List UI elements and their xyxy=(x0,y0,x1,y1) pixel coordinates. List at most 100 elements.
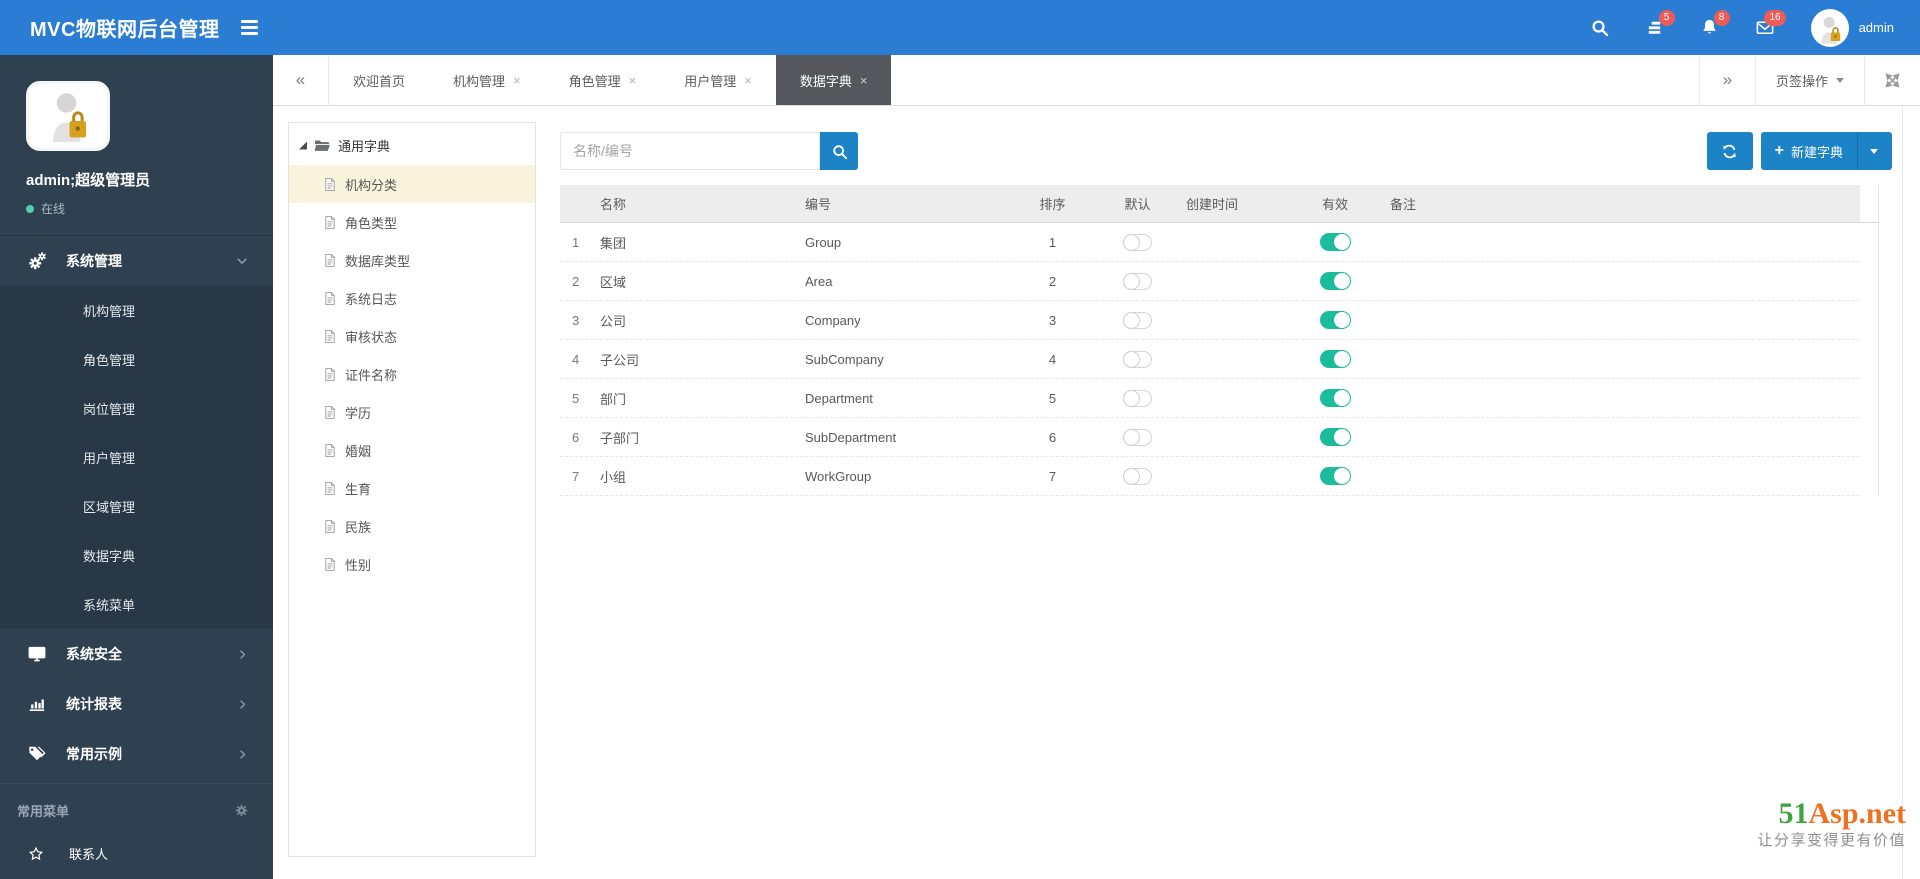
cell-sort: 3 xyxy=(1048,312,1057,328)
tree-item[interactable]: 审核状态 xyxy=(289,317,535,355)
cell-valid xyxy=(1290,428,1380,446)
new-dictionary-label: 新建字典 xyxy=(1790,144,1843,160)
plus-icon: + xyxy=(1774,142,1784,159)
search-input[interactable] xyxy=(560,132,820,170)
cell-index: 6 xyxy=(572,429,580,445)
default-toggle[interactable] xyxy=(1123,389,1152,407)
tabs-scroll-left-icon[interactable]: « xyxy=(273,55,329,105)
sidebar-subitem[interactable]: 区域管理 xyxy=(0,482,273,531)
profile-block: admin;超级管理员 在线 xyxy=(0,55,273,235)
col-default: 默认 xyxy=(1124,197,1151,212)
table-row[interactable]: 3 公司 Company 3 xyxy=(560,301,1860,340)
valid-toggle[interactable] xyxy=(1319,311,1351,329)
tasks-icon[interactable]: 5 xyxy=(1645,10,1675,37)
tab-data-dictionary[interactable]: 数据字典 × xyxy=(775,55,892,105)
valid-toggle[interactable] xyxy=(1319,350,1351,368)
caret-down-icon[interactable] xyxy=(1870,148,1878,154)
tree-item-label: 数据库类型 xyxy=(345,253,411,269)
tree-caret-icon[interactable] xyxy=(299,141,307,150)
tab-welcome[interactable]: 欢迎首页 xyxy=(329,55,429,105)
sidebar-subitem[interactable]: 系统菜单 xyxy=(0,580,273,629)
tree-item[interactable]: 生育 xyxy=(289,469,535,507)
cell-name: 集团 xyxy=(600,235,627,251)
valid-toggle[interactable] xyxy=(1319,428,1351,446)
search-icon[interactable] xyxy=(1590,18,1609,37)
fullscreen-expand-icon[interactable] xyxy=(1864,55,1920,105)
gear-icon[interactable] xyxy=(234,803,249,818)
hamburger-menu-icon[interactable] xyxy=(241,20,259,35)
sidebar-submenu: 机构管理 角色管理 岗位管理 用户管理 区域管理 数据字典 系统菜单 xyxy=(0,286,273,629)
tree-item-label: 学历 xyxy=(345,405,372,421)
tree-item[interactable]: 婚姻 xyxy=(289,431,535,469)
table-row[interactable]: 7 小组 WorkGroup 7 xyxy=(560,457,1860,496)
tab-user-management[interactable]: 用户管理 × xyxy=(660,55,776,105)
cell-sort: 7 xyxy=(1048,468,1057,484)
tree-item[interactable]: 系统日志 xyxy=(289,279,535,317)
tree-item[interactable]: 民族 xyxy=(289,507,535,545)
file-icon xyxy=(325,367,335,381)
tree-items: 机构分类 角色类型 数据库类型 系统日志 审核状态 证件名称 学历 婚姻 生育 … xyxy=(289,165,535,583)
default-toggle[interactable] xyxy=(1123,428,1152,446)
default-toggle[interactable] xyxy=(1123,233,1152,251)
tab-org-management[interactable]: 机构管理 × xyxy=(429,55,545,105)
cell-index: 1 xyxy=(572,234,580,250)
cell-name: 子公司 xyxy=(600,352,640,368)
search-button[interactable] xyxy=(820,132,858,170)
cell-code: Department xyxy=(805,390,873,406)
tree-item[interactable]: 角色类型 xyxy=(289,203,535,241)
sidebar-item-contacts[interactable]: 联系人 xyxy=(0,832,273,875)
table-row[interactable]: 1 集团 Group 1 xyxy=(560,223,1860,262)
file-icon xyxy=(325,481,335,495)
table-row[interactable]: 4 子公司 SubCompany 4 xyxy=(560,340,1860,379)
tree-item[interactable]: 机构分类 xyxy=(289,165,535,203)
valid-toggle[interactable] xyxy=(1319,389,1351,407)
cell-valid xyxy=(1290,233,1380,251)
folder-open-icon xyxy=(314,140,330,151)
close-icon[interactable]: × xyxy=(860,74,868,87)
tree-item[interactable]: 性别 xyxy=(289,545,535,583)
sidebar-subitem[interactable]: 角色管理 xyxy=(0,335,273,384)
bell-icon[interactable]: 8 xyxy=(1700,10,1730,37)
sidebar-item-common-examples[interactable]: 常用示例 xyxy=(0,729,273,779)
table-row[interactable]: 5 部门 Department 5 xyxy=(560,379,1860,418)
magnifier-glyph xyxy=(832,144,847,159)
envelope-icon[interactable]: 16 xyxy=(1755,10,1786,37)
valid-toggle[interactable] xyxy=(1319,467,1351,485)
tab-operations-dropdown[interactable]: 页签操作 xyxy=(1754,55,1864,105)
tree-item[interactable]: 证件名称 xyxy=(289,355,535,393)
table-row[interactable]: 6 子部门 SubDepartment 6 xyxy=(560,418,1860,457)
valid-toggle[interactable] xyxy=(1319,233,1351,251)
valid-toggle[interactable] xyxy=(1319,272,1351,290)
cell-code: SubDepartment xyxy=(805,429,897,445)
username[interactable]: admin xyxy=(1859,20,1894,35)
default-toggle[interactable] xyxy=(1123,467,1152,485)
sidebar-subitem[interactable]: 岗位管理 xyxy=(0,384,273,433)
close-icon[interactable]: × xyxy=(744,74,752,87)
refresh-button[interactable] xyxy=(1706,132,1753,170)
tree-root-node[interactable]: 通用字典 xyxy=(289,123,535,165)
default-toggle[interactable] xyxy=(1123,350,1152,368)
sidebar-subitem[interactable]: 机构管理 xyxy=(0,286,273,335)
profile-avatar[interactable] xyxy=(26,81,110,151)
close-icon[interactable]: × xyxy=(513,74,521,87)
tabs-scroll-right-icon[interactable]: » xyxy=(1698,55,1755,105)
tree-item[interactable]: 数据库类型 xyxy=(289,241,535,279)
tab-role-management[interactable]: 角色管理 × xyxy=(545,55,661,105)
messages-badge: 16 xyxy=(1764,10,1786,26)
sidebar-subitem[interactable]: 数据字典 xyxy=(0,531,273,580)
default-toggle[interactable] xyxy=(1123,272,1152,290)
sidebar-item-system-management[interactable]: 系统管理 xyxy=(0,236,273,286)
table-body: 1 集团 Group 1 2 区域 Area 2 3 公司 Company 3 … xyxy=(560,223,1878,496)
sidebar-item-statistics-reports[interactable]: 统计报表 xyxy=(0,679,273,729)
col-remark: 备注 xyxy=(1390,197,1417,212)
close-icon[interactable]: × xyxy=(629,74,637,87)
sidebar-subitem[interactable]: 用户管理 xyxy=(0,433,273,482)
file-icon xyxy=(325,519,335,533)
table-row[interactable]: 2 区域 Area 2 xyxy=(560,262,1860,301)
user-avatar[interactable] xyxy=(1810,8,1849,47)
tree-item[interactable]: 学历 xyxy=(289,393,535,431)
watermark-brand: 51Asp.net xyxy=(1757,797,1906,830)
sidebar-item-system-security[interactable]: 系统安全 xyxy=(0,629,273,679)
default-toggle[interactable] xyxy=(1123,311,1152,329)
new-dictionary-button[interactable]: + 新建字典 xyxy=(1760,132,1892,170)
